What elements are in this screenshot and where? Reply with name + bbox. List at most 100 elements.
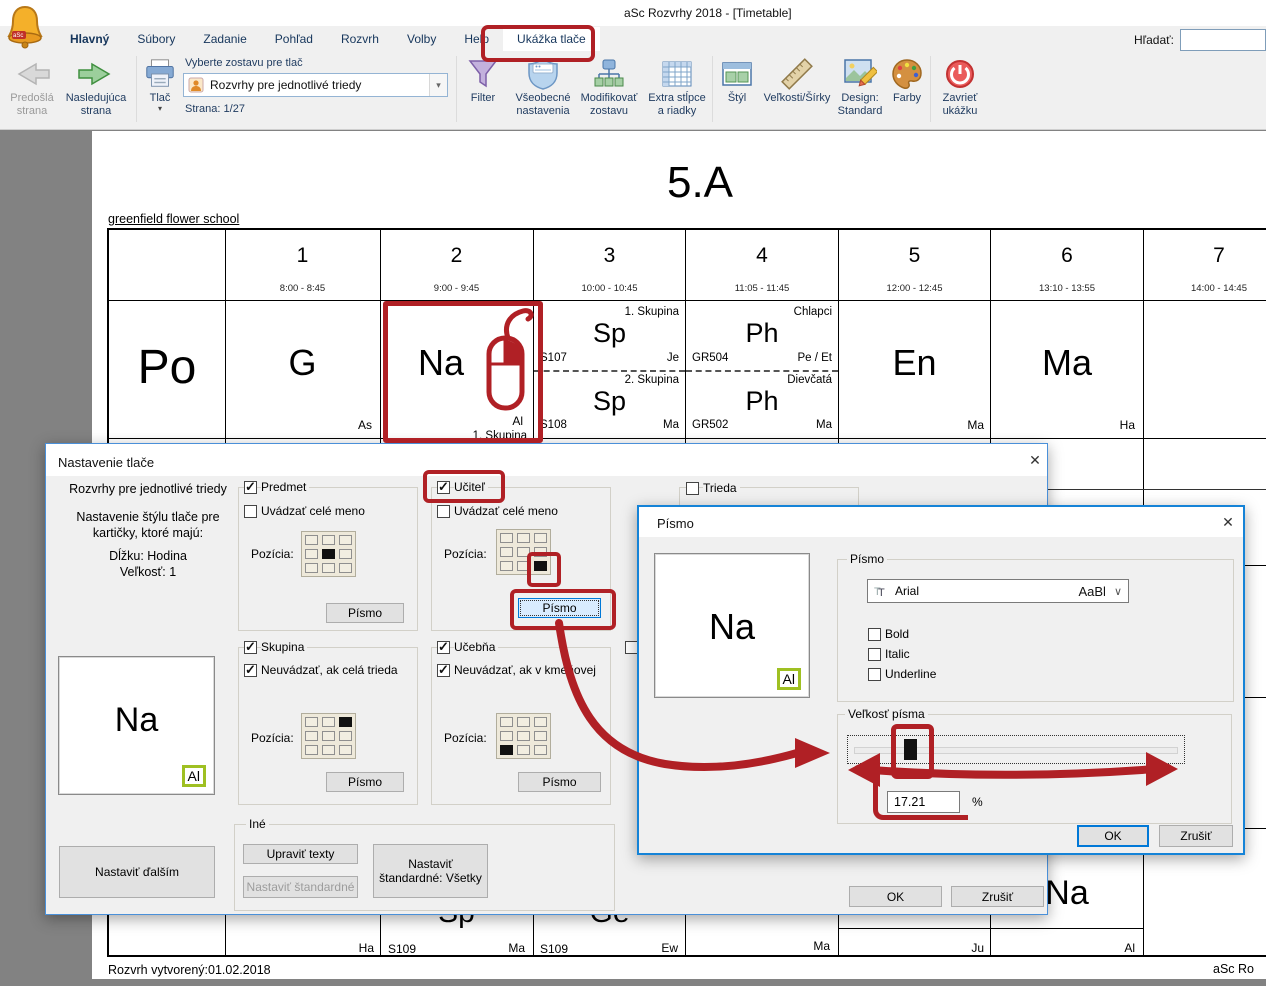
next-page-button[interactable]: Nasledujúca strana xyxy=(58,56,134,118)
position-cell-selected[interactable] xyxy=(322,549,335,559)
position-cell[interactable] xyxy=(534,745,547,755)
checkbox-bold[interactable] xyxy=(868,628,881,641)
position-grid-ucitel[interactable] xyxy=(496,529,551,575)
position-cell[interactable] xyxy=(500,533,513,543)
slider-track[interactable] xyxy=(854,747,1178,754)
menu-zadanie[interactable]: Zadanie xyxy=(189,27,260,51)
ok-button[interactable]: OK xyxy=(849,886,942,907)
extra-columns-button[interactable]: Extra stĺpce a riadky xyxy=(646,56,708,118)
menu-ukazka-tlace[interactable]: Ukážka tlače xyxy=(503,27,600,51)
set-default-all-button[interactable]: Nastaviť štandardné: Všetky xyxy=(373,844,488,898)
cancel-button[interactable]: Zrušiť xyxy=(1159,825,1233,847)
font-size-slider[interactable] xyxy=(847,735,1185,764)
position-cell[interactable] xyxy=(322,717,335,727)
checkbox-predmet-fullname[interactable] xyxy=(244,505,257,518)
sizes-widths-button[interactable]: Veľkosti/Šírky xyxy=(760,56,834,105)
chevron-down-icon[interactable]: ∨ xyxy=(1114,585,1122,598)
menu-volby[interactable]: Volby xyxy=(393,27,450,51)
position-cell[interactable] xyxy=(534,731,547,741)
checkbox-predmet[interactable] xyxy=(244,481,257,494)
checkbox-ucitel-fullname[interactable] xyxy=(437,505,450,518)
position-cell[interactable] xyxy=(305,717,318,727)
position-cell[interactable] xyxy=(500,561,513,571)
position-cell[interactable] xyxy=(322,745,335,755)
font-size-input[interactable] xyxy=(887,791,960,813)
print-dropdown-caret[interactable]: ▾ xyxy=(140,105,180,113)
checkbox-ucebna-option[interactable] xyxy=(437,664,450,677)
timetable-cell-subject[interactable]: Na xyxy=(381,342,501,384)
position-cell-selected[interactable] xyxy=(339,717,352,727)
timetable-cell-subject[interactable]: Sp xyxy=(534,388,685,415)
position-cell[interactable] xyxy=(339,745,352,755)
report-select-arrow-icon[interactable]: ▾ xyxy=(429,74,447,96)
timetable-cell-subject[interactable]: Ph xyxy=(686,320,838,347)
position-cell[interactable] xyxy=(517,561,530,571)
checkbox-skupina[interactable] xyxy=(244,641,257,654)
position-grid-predmet[interactable] xyxy=(301,531,356,577)
ok-button[interactable]: OK xyxy=(1077,825,1149,847)
font-button-predmet[interactable]: Písmo xyxy=(326,603,404,623)
position-cell[interactable] xyxy=(339,731,352,741)
position-cell[interactable] xyxy=(517,745,530,755)
position-cell[interactable] xyxy=(339,535,352,545)
position-cell[interactable] xyxy=(517,717,530,727)
timetable-cell-subject[interactable]: Sp xyxy=(534,320,685,347)
set-next-button[interactable]: Nastaviť ďalším xyxy=(59,846,215,898)
font-button-ucitel[interactable]: Písmo xyxy=(518,598,601,618)
general-settings-button[interactable]: Všeobecné nastavenia xyxy=(512,56,574,118)
position-cell[interactable] xyxy=(339,563,352,573)
close-icon[interactable]: ✕ xyxy=(1219,514,1237,531)
menu-rozvrh[interactable]: Rozvrh xyxy=(327,27,393,51)
modify-report-button[interactable]: Modifikovať zostavu xyxy=(576,56,642,118)
position-cell[interactable] xyxy=(305,535,318,545)
checkbox-ucitel[interactable] xyxy=(437,481,450,494)
position-cell[interactable] xyxy=(305,745,318,755)
font-button-skupina[interactable]: Písmo xyxy=(326,772,404,792)
position-cell[interactable] xyxy=(322,535,335,545)
position-cell[interactable] xyxy=(305,563,318,573)
slider-thumb[interactable] xyxy=(904,739,917,760)
position-cell[interactable] xyxy=(517,731,530,741)
position-grid-skupina[interactable] xyxy=(301,713,356,759)
timetable-cell-subject[interactable]: Ph xyxy=(686,388,838,415)
position-cell[interactable] xyxy=(517,547,530,557)
position-cell[interactable] xyxy=(500,547,513,557)
checkbox-ucebna[interactable] xyxy=(437,641,450,654)
menu-pohlad[interactable]: Pohľad xyxy=(261,27,327,51)
design-button[interactable]: Design: Standard xyxy=(836,56,884,118)
checkbox-trieda[interactable] xyxy=(686,482,699,495)
colors-button[interactable]: Farby xyxy=(886,56,928,105)
position-cell[interactable] xyxy=(322,563,335,573)
position-grid-ucebna[interactable] xyxy=(496,713,551,759)
font-button-ucebna[interactable]: Písmo xyxy=(518,772,601,792)
prev-page-button[interactable]: Predošlá strana xyxy=(6,56,58,118)
menu-help[interactable]: Help xyxy=(450,27,503,51)
checkbox-italic[interactable] xyxy=(868,648,881,661)
timetable-cell-subject[interactable]: En xyxy=(839,342,990,384)
close-icon[interactable]: ✕ xyxy=(1026,452,1044,469)
set-default-button[interactable]: Nastaviť štandardné xyxy=(243,876,358,898)
timetable-cell-subject[interactable]: G xyxy=(226,342,379,384)
checkbox-underline[interactable] xyxy=(868,668,881,681)
close-preview-button[interactable]: Zavrieť ukážku xyxy=(934,56,986,118)
checkbox-skupina-option[interactable] xyxy=(244,664,257,677)
cancel-button[interactable]: Zrušiť xyxy=(951,886,1044,907)
menu-subory[interactable]: Súbory xyxy=(123,27,189,51)
position-cell[interactable] xyxy=(339,549,352,559)
position-cell[interactable] xyxy=(534,547,547,557)
timetable-cell-subject[interactable]: Ma xyxy=(991,342,1143,384)
menu-hlavny[interactable]: Hlavný xyxy=(56,27,123,51)
style-button[interactable]: Štýl xyxy=(716,56,758,105)
font-family-select[interactable]: T T Arial AaBl ∨ xyxy=(867,579,1129,603)
position-cell[interactable] xyxy=(534,533,547,543)
position-cell[interactable] xyxy=(517,533,530,543)
report-select[interactable]: Rozvrhy pre jednotlivé triedy ▾ xyxy=(183,73,448,97)
asc-bell-icon[interactable]: aSc xyxy=(6,3,44,49)
position-cell[interactable] xyxy=(305,549,318,559)
search-input[interactable] xyxy=(1180,29,1266,51)
position-cell-selected[interactable] xyxy=(534,561,547,571)
position-cell[interactable] xyxy=(534,717,547,727)
position-cell[interactable] xyxy=(500,717,513,727)
edit-texts-button[interactable]: Upraviť texty xyxy=(243,844,358,864)
position-cell[interactable] xyxy=(500,731,513,741)
